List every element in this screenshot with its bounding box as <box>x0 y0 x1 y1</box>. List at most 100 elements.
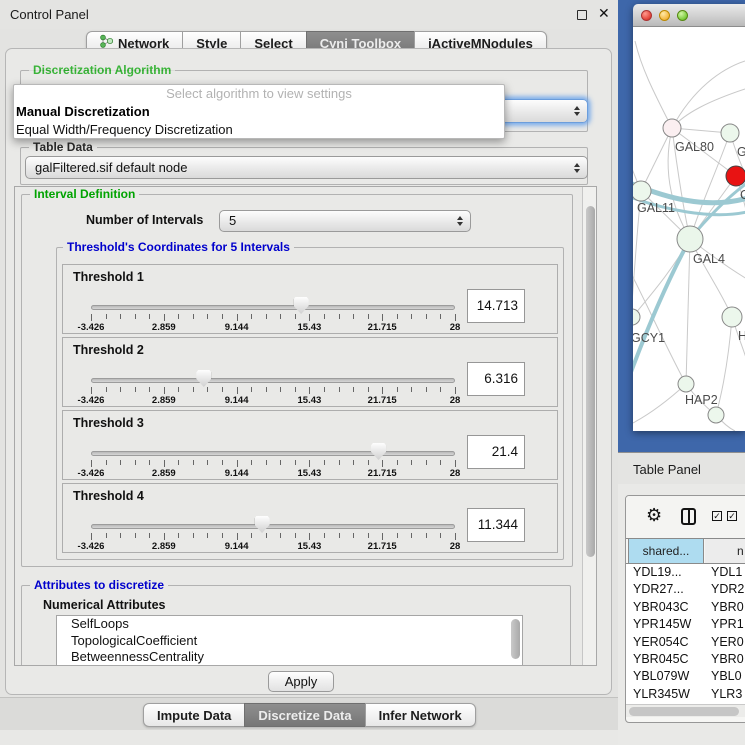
tick-mark <box>135 533 136 538</box>
gear-icon[interactable]: ⚙ <box>646 505 662 526</box>
network-node-gal11[interactable] <box>633 181 651 201</box>
table-row[interactable]: YLR345WYLR3 <box>626 686 745 703</box>
horizontal-scrollbar[interactable] <box>626 704 745 717</box>
network-edge[interactable] <box>641 128 672 191</box>
tick-mark <box>164 460 165 467</box>
network-view-window[interactable]: GAL80GCGAL11GAL4GCY1HHAP2 <box>633 4 745 431</box>
tick-mark <box>411 314 412 319</box>
tick-mark <box>106 533 107 538</box>
tick-mark <box>324 460 325 465</box>
dropdown-item[interactable]: Equal Width/Frequency Discretization <box>14 121 504 139</box>
dropdown-item[interactable]: Manual Discretization <box>14 103 504 121</box>
tab-discretize-data[interactable]: Discretize Data <box>244 703 365 727</box>
tick-label: 15.43 <box>298 541 322 552</box>
tick-label: 21.715 <box>368 468 397 479</box>
threshold-value-field[interactable]: 6.316 <box>467 362 525 396</box>
checkbox-icon[interactable]: ✓ <box>727 511 737 521</box>
tick-mark <box>120 387 121 392</box>
tick-mark <box>237 314 238 321</box>
threshold-value-field[interactable]: 21.4 <box>467 435 525 469</box>
table-row[interactable]: YER054CYER0 <box>626 634 745 651</box>
tick-label: -3.426 <box>78 322 105 333</box>
tab-impute-data[interactable]: Impute Data <box>143 703 245 727</box>
network-window-titlebar[interactable] <box>633 4 745 27</box>
panel-title: Control Panel <box>10 7 89 22</box>
tick-mark <box>106 387 107 392</box>
table-row[interactable]: YPR145WYPR1 <box>626 616 745 633</box>
close-traffic-light-icon[interactable] <box>641 10 652 21</box>
tick-label: 28 <box>450 541 461 552</box>
slider-thumb[interactable] <box>255 516 270 533</box>
network-edge[interactable] <box>635 41 672 128</box>
network-node-h[interactable] <box>722 307 742 327</box>
network-edge[interactable] <box>633 265 686 384</box>
column-layout-icon[interactable] <box>681 508 696 525</box>
checkbox-icon[interactable]: ✓ <box>712 511 722 521</box>
table-row[interactable]: YDR27...YDR2 <box>626 581 745 598</box>
tick-mark <box>411 387 412 392</box>
attribute-list-item[interactable]: SelfLoops <box>57 616 522 633</box>
tick-mark <box>251 460 252 465</box>
tick-mark <box>324 533 325 538</box>
minimize-traffic-light-icon[interactable] <box>659 10 670 21</box>
tick-label: 2.859 <box>152 541 176 552</box>
zoom-traffic-light-icon[interactable] <box>677 10 688 21</box>
attribute-list-item[interactable]: BetweennessCentrality <box>57 649 522 666</box>
table-row[interactable]: YBR045CYBR0 <box>626 651 745 668</box>
tick-mark <box>426 387 427 392</box>
tick-mark <box>222 460 223 465</box>
network-edge[interactable] <box>633 384 686 425</box>
network-node-c[interactable] <box>726 166 745 186</box>
slider-thumb[interactable] <box>196 370 211 387</box>
network-node[interactable] <box>708 407 724 423</box>
attribute-list-item[interactable]: TopologicalCoefficient <box>57 633 522 650</box>
tab-infer-network[interactable]: Infer Network <box>365 703 476 727</box>
threshold-value-field[interactable]: 14.713 <box>467 289 525 323</box>
tick-mark <box>135 387 136 392</box>
num-intervals-combobox[interactable]: 5 <box>219 210 471 232</box>
slider-track[interactable] <box>91 305 455 310</box>
scrollbar-thumb[interactable] <box>629 707 739 716</box>
network-node-hap2[interactable] <box>678 376 694 392</box>
table-data-combobox[interactable]: galFiltered.sif default node <box>25 156 588 179</box>
list-scrollbar[interactable] <box>511 619 520 659</box>
column-header-shared-name[interactable]: shared... <box>628 539 704 563</box>
table-row[interactable]: YBR043CYBR0 <box>626 599 745 616</box>
threshold-value-field[interactable]: 11.344 <box>467 508 525 542</box>
table-row[interactable]: YDL19...YDL1 <box>626 564 745 581</box>
tick-mark <box>207 533 208 538</box>
tick-mark <box>237 460 238 467</box>
node-label: GAL80 <box>675 140 714 154</box>
network-node-g[interactable] <box>721 124 739 142</box>
apply-button[interactable]: Apply <box>268 671 334 692</box>
network-edge-highlighted[interactable] <box>633 239 690 383</box>
network-edge[interactable] <box>672 89 745 128</box>
tick-mark <box>309 387 310 394</box>
slider-track[interactable] <box>91 451 455 456</box>
close-icon[interactable]: ✕ <box>598 5 610 22</box>
numerical-attributes-list[interactable]: SelfLoopsTopologicalCoefficientBetweenne… <box>56 615 523 666</box>
table-row[interactable]: YBL079WYBL0 <box>626 668 745 685</box>
network-edge[interactable] <box>716 317 732 415</box>
scrollbar-thumb[interactable] <box>586 206 595 557</box>
column-header-name[interactable]: n <box>705 539 745 563</box>
cell-shared-name: YER054C <box>633 635 689 649</box>
slider-track[interactable] <box>91 524 455 529</box>
tick-mark <box>411 533 412 538</box>
network-node-gal4[interactable] <box>677 226 703 252</box>
slider-track[interactable] <box>91 378 455 383</box>
tick-label: 2.859 <box>152 395 176 406</box>
network-node-gcy1[interactable] <box>633 309 640 325</box>
group-label: Table Data <box>29 140 97 154</box>
cell-name: YBL0 <box>711 669 742 683</box>
tick-mark <box>411 460 412 465</box>
tick-mark <box>440 533 441 538</box>
network-node-gal80[interactable] <box>663 119 681 137</box>
slider-thumb[interactable] <box>371 443 386 460</box>
panel-scrollbar[interactable] <box>582 187 597 665</box>
network-edge[interactable] <box>686 239 690 384</box>
network-canvas[interactable]: GAL80GCGAL11GAL4GCY1HHAP2 <box>633 27 745 431</box>
float-window-icon[interactable] <box>577 10 587 20</box>
stepper-arrows-icon <box>574 106 580 116</box>
slider-thumb[interactable] <box>294 297 309 314</box>
